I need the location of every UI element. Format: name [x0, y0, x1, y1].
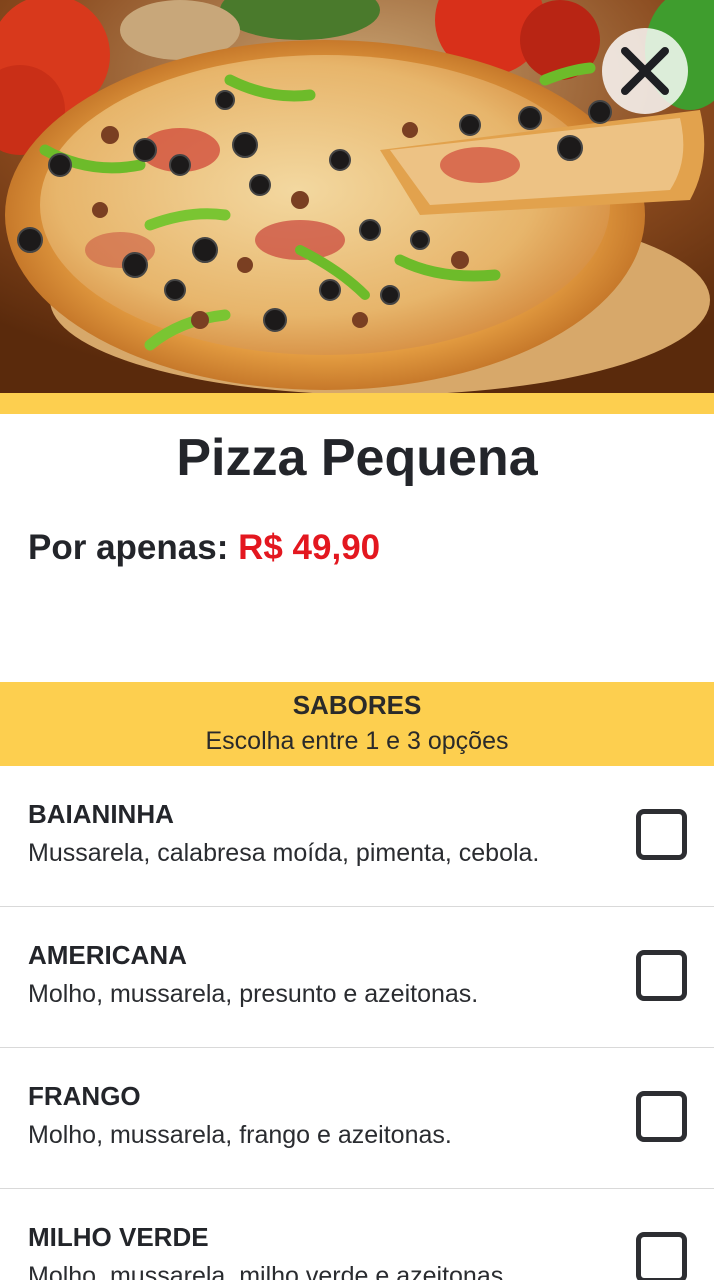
section-subtitle: Escolha entre 1 e 3 opções: [205, 727, 509, 755]
flavor-item-baianinha[interactable]: BAIANINHA Mussarela, calabresa moída, pi…: [0, 766, 714, 907]
price-label: Por apenas:: [28, 528, 239, 567]
product-title: Pizza Pequena: [176, 429, 538, 487]
close-button[interactable]: [602, 28, 688, 114]
close-icon: [621, 47, 669, 95]
flavor-name: FRANGO: [28, 1081, 141, 1111]
flavor-checkbox[interactable]: [636, 950, 687, 1001]
flavor-description: Molho, mussarela, frango e azeitonas.: [28, 1121, 452, 1149]
product-image: [0, 0, 714, 393]
flavor-description: Molho, mussarela, milho verde e azeitona…: [28, 1262, 511, 1280]
flavor-name: MILHO VERDE: [28, 1222, 209, 1252]
accent-bar: [0, 393, 714, 414]
price-line: Por apenas: R$ 49,90: [28, 525, 380, 571]
flavor-item-frango[interactable]: FRANGO Molho, mussarela, frango e azeito…: [0, 1048, 714, 1189]
flavor-item-milho-verde[interactable]: MILHO VERDE Molho, mussarela, milho verd…: [0, 1189, 714, 1280]
flavor-item-americana[interactable]: AMERICANA Molho, mussarela, presunto e a…: [0, 907, 714, 1048]
flavor-list: BAIANINHA Mussarela, calabresa moída, pi…: [0, 766, 714, 1280]
product-detail-screen: Pizza Pequena Por apenas: R$ 49,90 SABOR…: [0, 0, 714, 1280]
flavors-section-header: SABORES Escolha entre 1 e 3 opções: [0, 682, 714, 766]
flavor-description: Molho, mussarela, presunto e azeitonas.: [28, 980, 479, 1008]
flavor-checkbox[interactable]: [636, 1091, 687, 1142]
price-value: R$ 49,90: [238, 528, 381, 567]
section-title: SABORES: [292, 690, 422, 720]
flavor-checkbox[interactable]: [636, 1232, 687, 1280]
flavor-description: Mussarela, calabresa moída, pimenta, ceb…: [28, 839, 540, 867]
flavor-checkbox[interactable]: [636, 809, 687, 860]
flavor-name: BAIANINHA: [28, 799, 174, 829]
flavor-name: AMERICANA: [28, 940, 187, 970]
